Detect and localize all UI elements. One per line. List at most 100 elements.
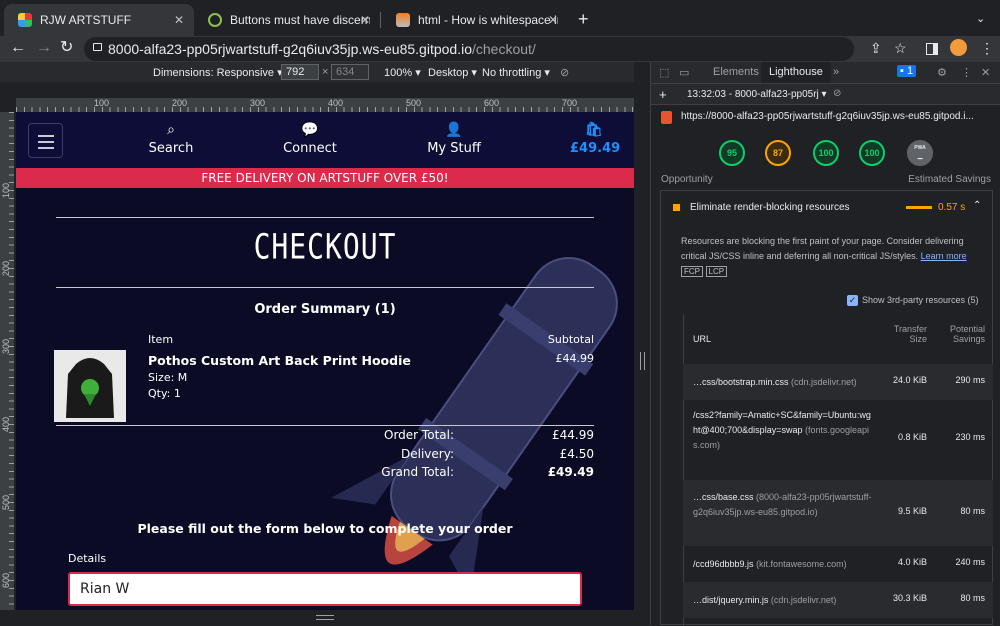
report-url: https://8000-alfa23-pp05rjwartstuff-g2q6… xyxy=(681,111,974,122)
profile-avatar[interactable] xyxy=(950,39,967,56)
device-toolbar: Dimensions: Responsive ▾ 792 × 634 100% … xyxy=(0,62,650,82)
collapse-chevron-icon[interactable]: ⌃ xyxy=(973,200,981,211)
width-input[interactable]: 792 xyxy=(281,64,319,80)
learn-more-link[interactable]: Learn more xyxy=(921,251,967,261)
savings-bar xyxy=(906,206,932,209)
deque-favicon-icon xyxy=(208,13,222,27)
clear-icon[interactable]: ⊘ xyxy=(833,88,841,99)
table-row[interactable]: /ccd96dbbb9.js (kit.fontawesome.com) 4.0… xyxy=(683,546,993,582)
show-3rd-party-checkbox[interactable]: ✓ xyxy=(847,295,858,306)
product-size: Size: M xyxy=(148,371,188,384)
ruler-label: 600 xyxy=(1,572,11,588)
devtools-menu-icon[interactable]: ⋮ xyxy=(961,66,972,79)
best-practices-score-gauge[interactable]: 100 xyxy=(813,140,839,166)
browser-toolbar: ← → ↻ 8000-alfa23-pp05rjwartstuff-g2q6iu… xyxy=(0,36,1000,62)
close-devtools-icon[interactable]: ✕ xyxy=(981,66,990,79)
device-toggle-icon[interactable]: ▭ xyxy=(679,66,689,79)
hamburger-menu-button[interactable] xyxy=(28,123,63,158)
more-tabs-icon[interactable]: » xyxy=(833,66,839,78)
viewport-bottom-handle[interactable] xyxy=(0,610,650,625)
nav-bag[interactable]: 🛍 £49.49 xyxy=(570,122,621,156)
tab-title: RJW ARTSTUFF xyxy=(40,13,132,27)
address-bar[interactable]: 8000-alfa23-pp05rjwartstuff-g2q6iuv35jp.… xyxy=(84,37,854,61)
ruler-label: 200 xyxy=(172,98,188,108)
settings-gear-icon[interactable]: ⚙ xyxy=(937,66,947,79)
search-icon: ⌕ xyxy=(167,122,175,138)
delivery-value: £4.50 xyxy=(559,447,594,461)
ruler-label: 500 xyxy=(406,98,422,108)
back-arrow-icon[interactable]: ← xyxy=(10,38,26,58)
bookmark-star-icon[interactable]: ☆ xyxy=(894,40,907,57)
report-selector[interactable]: 13:32:03 - 8000-alfa23-pp05rj ▾ xyxy=(687,89,827,100)
nav-my-stuff[interactable]: 👤 My Stuff xyxy=(426,122,482,156)
tab-title: Buttons must have discernible xyxy=(230,13,370,27)
seo-score-gauge[interactable]: 100 xyxy=(859,140,885,166)
nav-connect[interactable]: 💬 Connect xyxy=(282,122,338,156)
tab-lighthouse[interactable]: Lighthouse xyxy=(761,62,831,83)
product-image[interactable] xyxy=(54,350,126,422)
site-navbar: ⌕ Search 💬 Connect 👤 My Stuff 🛍 £49.49 xyxy=(16,112,634,168)
product-subtotal: £44.99 xyxy=(555,352,595,365)
audit-header[interactable]: Eliminate render-blocking resources 0.57… xyxy=(661,191,992,227)
performance-score-gauge[interactable]: 95 xyxy=(719,140,745,166)
bag-total: £49.49 xyxy=(570,141,621,156)
nav-search[interactable]: ⌕ Search xyxy=(146,122,196,156)
shopping-bag-icon: 🛍 xyxy=(585,122,603,138)
share-icon[interactable]: ⇪ xyxy=(870,40,882,57)
table-row[interactable]: /css2?family=Amatic+SC&family=Ubuntu:wgh… xyxy=(683,400,993,480)
form-prompt: Please fill out the form below to comple… xyxy=(137,521,513,536)
device-type-dropdown[interactable]: Desktop ▾ xyxy=(428,66,477,79)
audit-title: Eliminate render-blocking resources xyxy=(690,202,850,213)
details-legend: Details xyxy=(68,552,107,565)
ruler-label: 100 xyxy=(1,182,11,198)
viewport-resize-handle[interactable] xyxy=(634,62,650,625)
audit-savings: 0.57 s xyxy=(938,202,966,213)
new-report-icon[interactable]: + xyxy=(659,87,667,102)
table-row[interactable]: …css/base.css (8000-alfa23-pp05rjwartstu… xyxy=(683,480,993,546)
zoom-dropdown[interactable]: 100% ▾ xyxy=(384,66,421,79)
throttle-dropdown[interactable]: No throttling ▾ xyxy=(482,66,550,79)
inspect-element-icon[interactable]: ⬚ xyxy=(659,66,669,79)
tab-buttons-discernible[interactable]: Buttons must have discernible ✕ xyxy=(194,4,380,36)
ruler-label: 300 xyxy=(1,338,11,354)
divider xyxy=(56,287,594,288)
nav-label: Connect xyxy=(283,141,337,156)
dimensions-dropdown[interactable]: Dimensions: Responsive ▾ xyxy=(153,66,283,79)
table-row[interactable]: …dist/jquery.min.js (cdn.jsdelivr.net) 3… xyxy=(683,582,993,618)
new-tab-button[interactable]: + xyxy=(578,9,589,30)
reload-icon[interactable]: ↻ xyxy=(60,38,73,58)
close-icon[interactable]: ✕ xyxy=(174,13,184,27)
show-3rd-party-label: Show 3rd-party resources (5) xyxy=(862,295,979,305)
full-name-field[interactable]: Rian W xyxy=(68,572,582,606)
vertical-ruler: 100 200 300 400 500 600 xyxy=(0,112,14,610)
tab-rjw-artstuff[interactable]: RJW ARTSTUFF ✕ xyxy=(4,4,194,36)
page-title: CHECKOUT xyxy=(253,225,397,268)
grand-total-value: £49.49 xyxy=(547,465,594,479)
ruler-label: 400 xyxy=(328,98,344,108)
pwa-badge[interactable]: PWA − xyxy=(907,140,933,166)
accessibility-score-gauge[interactable]: 87 xyxy=(765,140,791,166)
forward-arrow-icon[interactable]: → xyxy=(36,38,52,58)
height-input[interactable]: 634 xyxy=(331,64,369,80)
table-header: URL Transfer Size Potential Savings xyxy=(693,324,985,344)
tab-search-chevron-icon[interactable]: ⌄ xyxy=(976,12,985,25)
kebab-menu-icon[interactable]: ⋮ xyxy=(980,40,994,57)
site-viewport: ⌕ Search 💬 Connect 👤 My Stuff 🛍 £49.49 F… xyxy=(16,112,634,610)
close-icon[interactable]: ✕ xyxy=(360,13,370,27)
issues-badge[interactable]: ▪ 1 xyxy=(897,65,917,77)
report-url-bar: https://8000-alfa23-pp05rjwartstuff-g2q6… xyxy=(651,104,1000,128)
tab-title: html - How is whitespace in an xyxy=(418,13,558,27)
user-icon: 👤 xyxy=(445,122,463,138)
close-icon[interactable]: ✕ xyxy=(548,13,558,27)
comments-icon: 💬 xyxy=(301,122,319,138)
tab-html-whitespace[interactable]: html - How is whitespace in an ✕ xyxy=(382,4,568,36)
side-panel-icon[interactable] xyxy=(926,43,938,55)
divider xyxy=(56,425,594,426)
tab-elements[interactable]: Elements xyxy=(713,66,759,78)
delivery-label: Delivery: xyxy=(401,447,454,461)
rotate-icon[interactable]: ⊘ xyxy=(560,66,569,79)
order-total-value: £44.99 xyxy=(552,428,594,442)
table-row[interactable]: …css/bootstrap.min.css (cdn.jsdelivr.net… xyxy=(683,364,993,400)
product-name[interactable]: Pothos Custom Art Back Print Hoodie xyxy=(148,353,411,368)
tab-separator xyxy=(380,12,381,28)
